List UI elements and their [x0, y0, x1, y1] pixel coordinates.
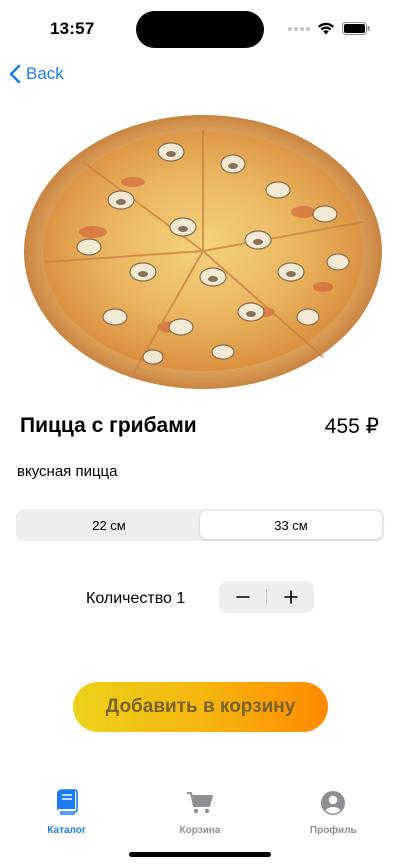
size-selector: 22 см 33 см: [16, 509, 384, 541]
size-option-33[interactable]: 33 см: [200, 511, 382, 539]
book-icon: [56, 787, 78, 815]
battery-icon: [342, 22, 370, 35]
tab-profile[interactable]: Профиль: [267, 782, 400, 842]
home-indicator: [129, 852, 271, 857]
back-label: Back: [26, 64, 64, 83]
cart-icon: [186, 787, 214, 815]
quantity-label: Количество 1: [86, 590, 186, 607]
plus-icon: [283, 590, 298, 604]
minus-icon: [235, 596, 250, 598]
wifi-icon: [318, 22, 334, 35]
product-price: 455 ₽: [324, 415, 379, 438]
status-icons: [288, 22, 370, 35]
increment-button[interactable]: [267, 581, 314, 613]
dynamic-island: [136, 11, 264, 48]
signal-icon: [288, 26, 310, 31]
pizza-image: [23, 112, 384, 390]
product-description: вкусная пицца: [17, 463, 118, 480]
add-to-cart-label: Добавить в корзину: [105, 696, 296, 717]
tab-label-cart: Корзина: [179, 825, 221, 836]
tab-label-profile: Профиль: [309, 825, 357, 836]
tab-bar: Каталог Корзина Профиль: [0, 782, 400, 842]
quantity-stepper: [219, 581, 314, 613]
add-to-cart-button[interactable]: Добавить в корзину: [73, 682, 328, 732]
profile-icon: [321, 787, 346, 815]
chevron-left-icon: [9, 64, 21, 84]
tab-cart[interactable]: Корзина: [133, 782, 266, 842]
back-button[interactable]: Back: [9, 64, 64, 84]
decrement-button[interactable]: [219, 581, 266, 613]
status-bar: 13:57: [0, 0, 400, 56]
tab-label-catalog: Каталог: [47, 825, 87, 836]
size-option-22[interactable]: 22 см: [18, 511, 200, 539]
status-time: 13:57: [50, 19, 95, 38]
product-title: Пицца с грибами: [20, 414, 197, 437]
tab-catalog[interactable]: Каталог: [0, 782, 133, 842]
